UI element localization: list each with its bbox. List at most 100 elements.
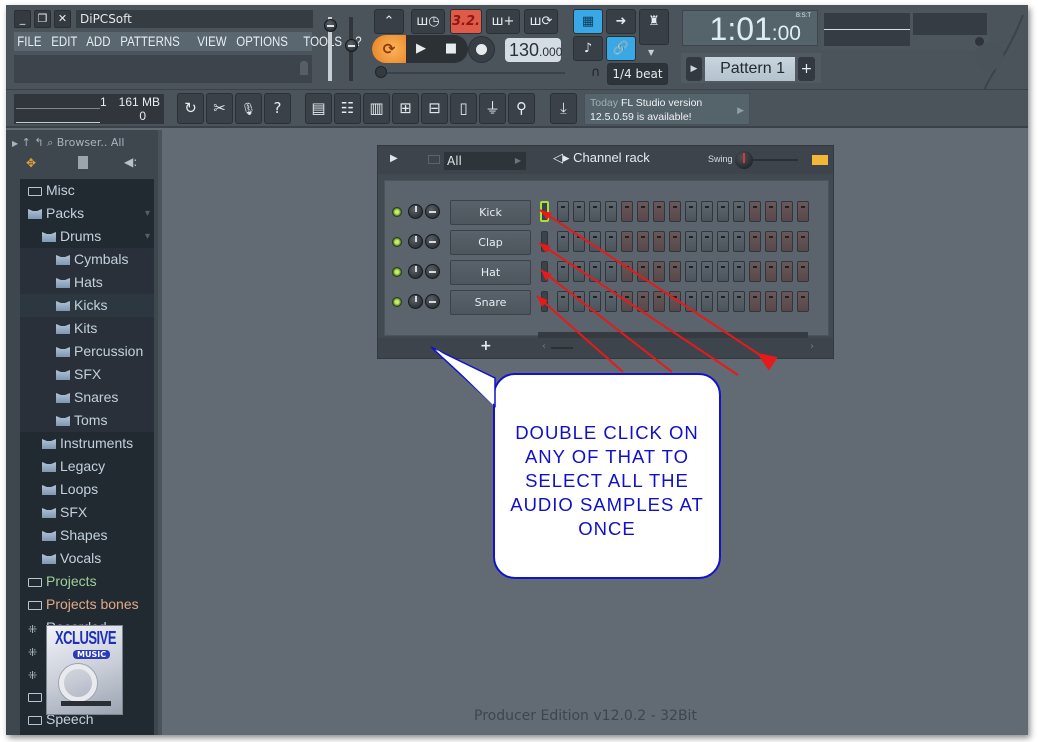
step-button[interactable] <box>669 291 681 312</box>
swing-knob[interactable] <box>735 151 753 169</box>
channel-rack-button[interactable]: ☷ <box>334 93 361 124</box>
step-button[interactable] <box>685 291 697 312</box>
channel-name-button[interactable]: Clap <box>450 230 531 255</box>
browser-item[interactable]: Shapes <box>20 524 154 547</box>
step-button[interactable] <box>701 201 713 222</box>
browser-button[interactable]: ⊞ <box>392 93 419 124</box>
browser-item[interactable]: SFX <box>20 501 154 524</box>
metronome-button[interactable]: ⌃ <box>374 9 404 34</box>
step-button[interactable] <box>669 201 681 222</box>
dropdown-arrow-icon[interactable]: ▼ <box>648 48 654 57</box>
step-button[interactable] <box>637 231 649 252</box>
step-button[interactable] <box>589 291 601 312</box>
browser-item[interactable]: Hats <box>20 271 154 294</box>
browser-item[interactable]: Cymbals <box>20 248 154 271</box>
step-button[interactable] <box>669 231 681 252</box>
browser-tab-files-icon[interactable] <box>78 156 88 169</box>
step-button[interactable] <box>653 201 665 222</box>
step-recording-button[interactable]: ♪ <box>573 36 603 61</box>
project-info-button[interactable]: ▯ <box>450 93 477 124</box>
step-button[interactable] <box>765 231 777 252</box>
step-button[interactable] <box>717 231 729 252</box>
channel-select-indicator[interactable] <box>541 231 548 252</box>
step-button[interactable] <box>733 291 745 312</box>
step-button[interactable] <box>701 231 713 252</box>
step-button[interactable] <box>573 291 585 312</box>
step-button[interactable] <box>653 261 665 282</box>
step-button[interactable] <box>781 201 793 222</box>
browser-item[interactable]: Projects <box>20 570 154 593</box>
step-button[interactable] <box>781 261 793 282</box>
download-update-button[interactable]: ⤓ <box>550 93 577 124</box>
channel-name-button[interactable]: Snare <box>450 290 531 315</box>
browser-item[interactable]: Drums ▾ <box>20 225 154 248</box>
browser-menu-arrow[interactable]: ▶ <box>12 139 18 148</box>
step-button[interactable] <box>749 261 761 282</box>
menu-add[interactable]: ADD <box>83 32 114 51</box>
play-button[interactable]: ▶ <box>406 35 436 63</box>
cut-button[interactable]: ✂ <box>206 93 233 124</box>
step-button[interactable] <box>781 231 793 252</box>
minimize-button[interactable]: _ <box>14 10 31 28</box>
add-pattern-button[interactable]: + <box>798 57 815 81</box>
step-scroll-track[interactable] <box>538 332 808 338</box>
browser-splitter[interactable] <box>158 130 162 735</box>
step-button[interactable] <box>749 201 761 222</box>
browser-item[interactable]: SFX <box>20 363 154 386</box>
step-button[interactable] <box>781 291 793 312</box>
step-button[interactable] <box>765 291 777 312</box>
step-button[interactable] <box>717 291 729 312</box>
browser-item[interactable]: Instruments <box>20 432 154 455</box>
step-button[interactable] <box>637 201 649 222</box>
song-position-slider[interactable] <box>375 66 565 78</box>
step-button[interactable] <box>605 261 617 282</box>
step-button[interactable] <box>765 261 777 282</box>
record-audio-button[interactable]: 🎙 <box>235 93 262 124</box>
browser-search-icon[interactable]: ⌕ <box>47 136 53 149</box>
channel-select-indicator[interactable] <box>541 291 548 312</box>
master-volume-knob[interactable] <box>324 19 337 32</box>
menu-tools[interactable]: TOOLS <box>300 32 345 51</box>
countdown-button[interactable]: 3.2. <box>450 9 482 34</box>
step-button[interactable] <box>733 201 745 222</box>
browser-item[interactable]: Legacy <box>20 455 154 478</box>
step-button[interactable] <box>557 261 569 282</box>
step-button[interactable] <box>605 231 617 252</box>
channel-volume-knob[interactable] <box>425 234 440 249</box>
rack-options-arrow[interactable]: ▶ <box>390 153 398 164</box>
step-button[interactable] <box>701 291 713 312</box>
menu-edit[interactable]: EDIT <box>48 32 81 51</box>
link-button[interactable]: 🔗 <box>606 36 636 61</box>
snap-selector[interactable]: 1/4 beat <box>607 63 668 85</box>
step-button[interactable] <box>605 201 617 222</box>
song-time-display[interactable]: 1:01:00 B:S:T <box>682 10 818 47</box>
step-button[interactable] <box>637 261 649 282</box>
step-button[interactable] <box>653 291 665 312</box>
tempo-tapper-button[interactable]: ⚲ <box>508 93 535 124</box>
channel-mute-led[interactable] <box>392 297 402 307</box>
step-button[interactable] <box>685 261 697 282</box>
step-button[interactable] <box>621 201 633 222</box>
playlist-button[interactable]: ▤ <box>305 93 332 124</box>
mixer-button[interactable]: ⊟ <box>421 93 448 124</box>
browser-item[interactable]: Snares <box>20 386 154 409</box>
expand-chevron-icon[interactable]: ▾ <box>145 202 150 225</box>
typing-keyboard-button[interactable]: ▦ <box>573 9 603 34</box>
step-edit-button[interactable]: ш+ <box>486 9 520 34</box>
channel-name-button[interactable]: Hat <box>450 260 531 285</box>
step-button[interactable] <box>573 201 585 222</box>
browser-item[interactable]: Vocals <box>20 547 154 570</box>
channel-select-indicator[interactable] <box>541 261 548 282</box>
step-button[interactable] <box>621 261 633 282</box>
step-button[interactable] <box>717 201 729 222</box>
channel-pan-knob[interactable] <box>408 264 423 279</box>
piano-roll-button[interactable]: ▥ <box>363 93 390 124</box>
step-button[interactable] <box>653 231 665 252</box>
step-button[interactable] <box>589 261 601 282</box>
step-button[interactable] <box>605 291 617 312</box>
stop-button[interactable]: ■ <box>436 35 466 63</box>
scroll-thumb[interactable] <box>551 347 573 349</box>
step-button[interactable] <box>733 261 745 282</box>
step-button[interactable] <box>797 201 809 222</box>
browser-up-icon[interactable]: ↑ <box>22 136 31 149</box>
